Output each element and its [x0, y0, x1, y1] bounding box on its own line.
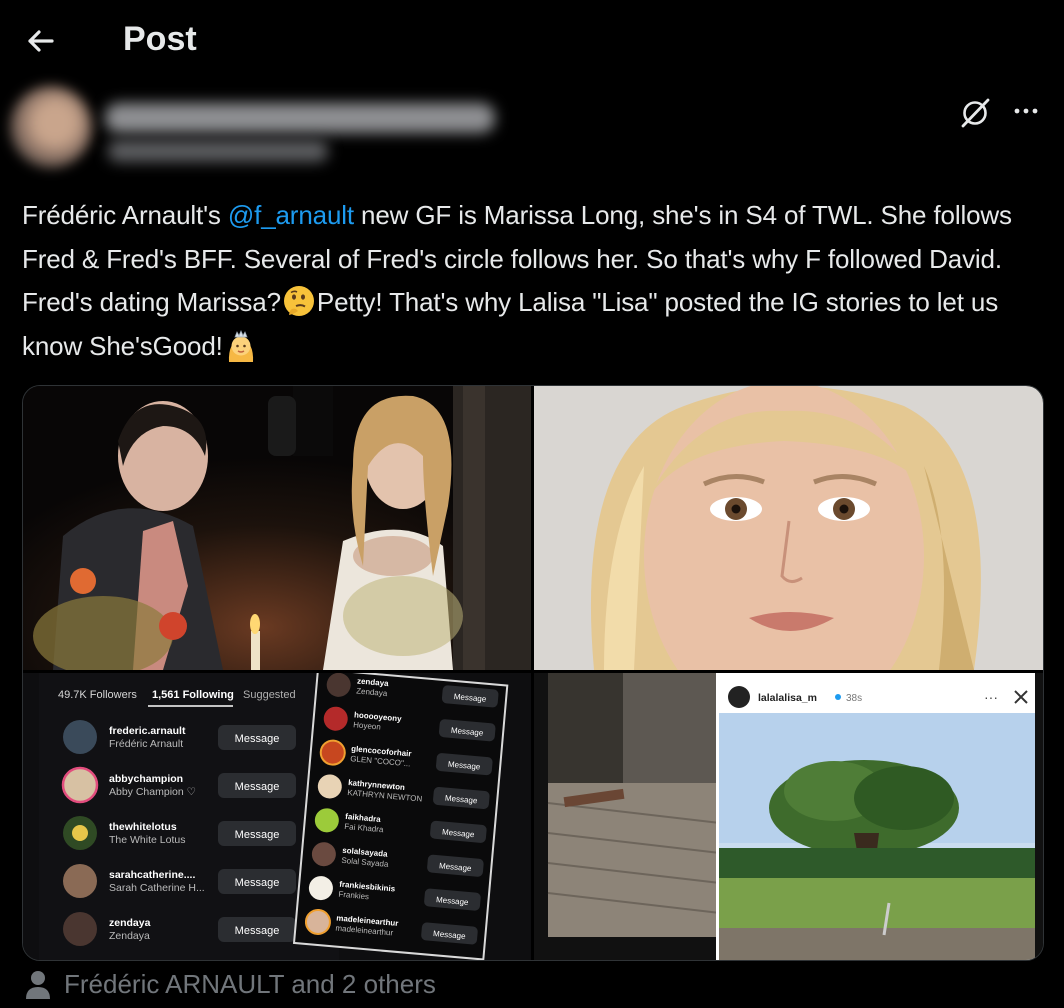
princess-emoji-icon [228, 329, 253, 362]
grok-icon[interactable] [958, 96, 992, 130]
ig-message-button: Message [235, 733, 280, 745]
page-title: Post [123, 20, 197, 58]
photo-dinner[interactable] [23, 386, 531, 670]
author-name-blurred[interactable] [105, 103, 495, 133]
tweet-text-part: Frédéric Arnault's [22, 200, 228, 230]
thinking-face-emoji-icon [283, 286, 314, 316]
ig-row-user: thewhitelotus [109, 821, 177, 833]
ig-row-name: Zendaya [109, 930, 150, 942]
tagged-label: Frédéric ARNAULT and 2 others [64, 969, 436, 999]
ig-message-button: Message [235, 829, 280, 841]
ig-tab-followers: 49.7K Followers [58, 689, 137, 701]
svg-text:···: ··· [984, 689, 998, 705]
avatar[interactable] [10, 86, 92, 168]
author-handle-blurred [108, 140, 328, 162]
ig-row-name: The White Lotus [109, 834, 185, 846]
top-bar: Post [0, 0, 1064, 82]
mention-link[interactable]: @f_arnault [228, 200, 354, 230]
photo-portrait[interactable] [534, 386, 1043, 670]
ig-row-user: abbychampion [109, 773, 183, 785]
story-time: 38s [846, 693, 862, 704]
person-icon [26, 971, 50, 999]
tweet-text: Frédéric Arnault's @f_arnault new GF is … [22, 194, 1052, 368]
screenshot-ig-story[interactable]: lalalalisa_m 38s ··· [534, 673, 1043, 960]
more-icon[interactable] [1009, 96, 1043, 126]
story-username: lalalalisa_m [758, 692, 817, 704]
ig-row-user: zendaya [109, 917, 151, 929]
arrow-left-icon[interactable] [20, 22, 60, 62]
ig-row-name: Frédéric Arnault [109, 738, 183, 750]
ig-row-user: sarahcatherine.... [109, 869, 195, 881]
ig-tab-following: 1,561 Following [152, 689, 234, 701]
ig-row-name: Sarah Catherine H... [109, 882, 205, 894]
ig-row-name: Abby Champion ♡ [109, 786, 196, 798]
ig-message-button: Message [235, 925, 280, 937]
ig-message-button: Message [235, 877, 280, 889]
ig-tab-suggested: Suggested [243, 689, 296, 701]
media-grid: 49.7K Followers 1,561 Following Suggeste… [22, 385, 1044, 961]
ig-message-button: Message [235, 781, 280, 793]
screenshot-following-list[interactable]: 49.7K Followers 1,561 Following Suggeste… [23, 673, 531, 960]
ig-row-user: frederic.arnault [109, 725, 186, 737]
